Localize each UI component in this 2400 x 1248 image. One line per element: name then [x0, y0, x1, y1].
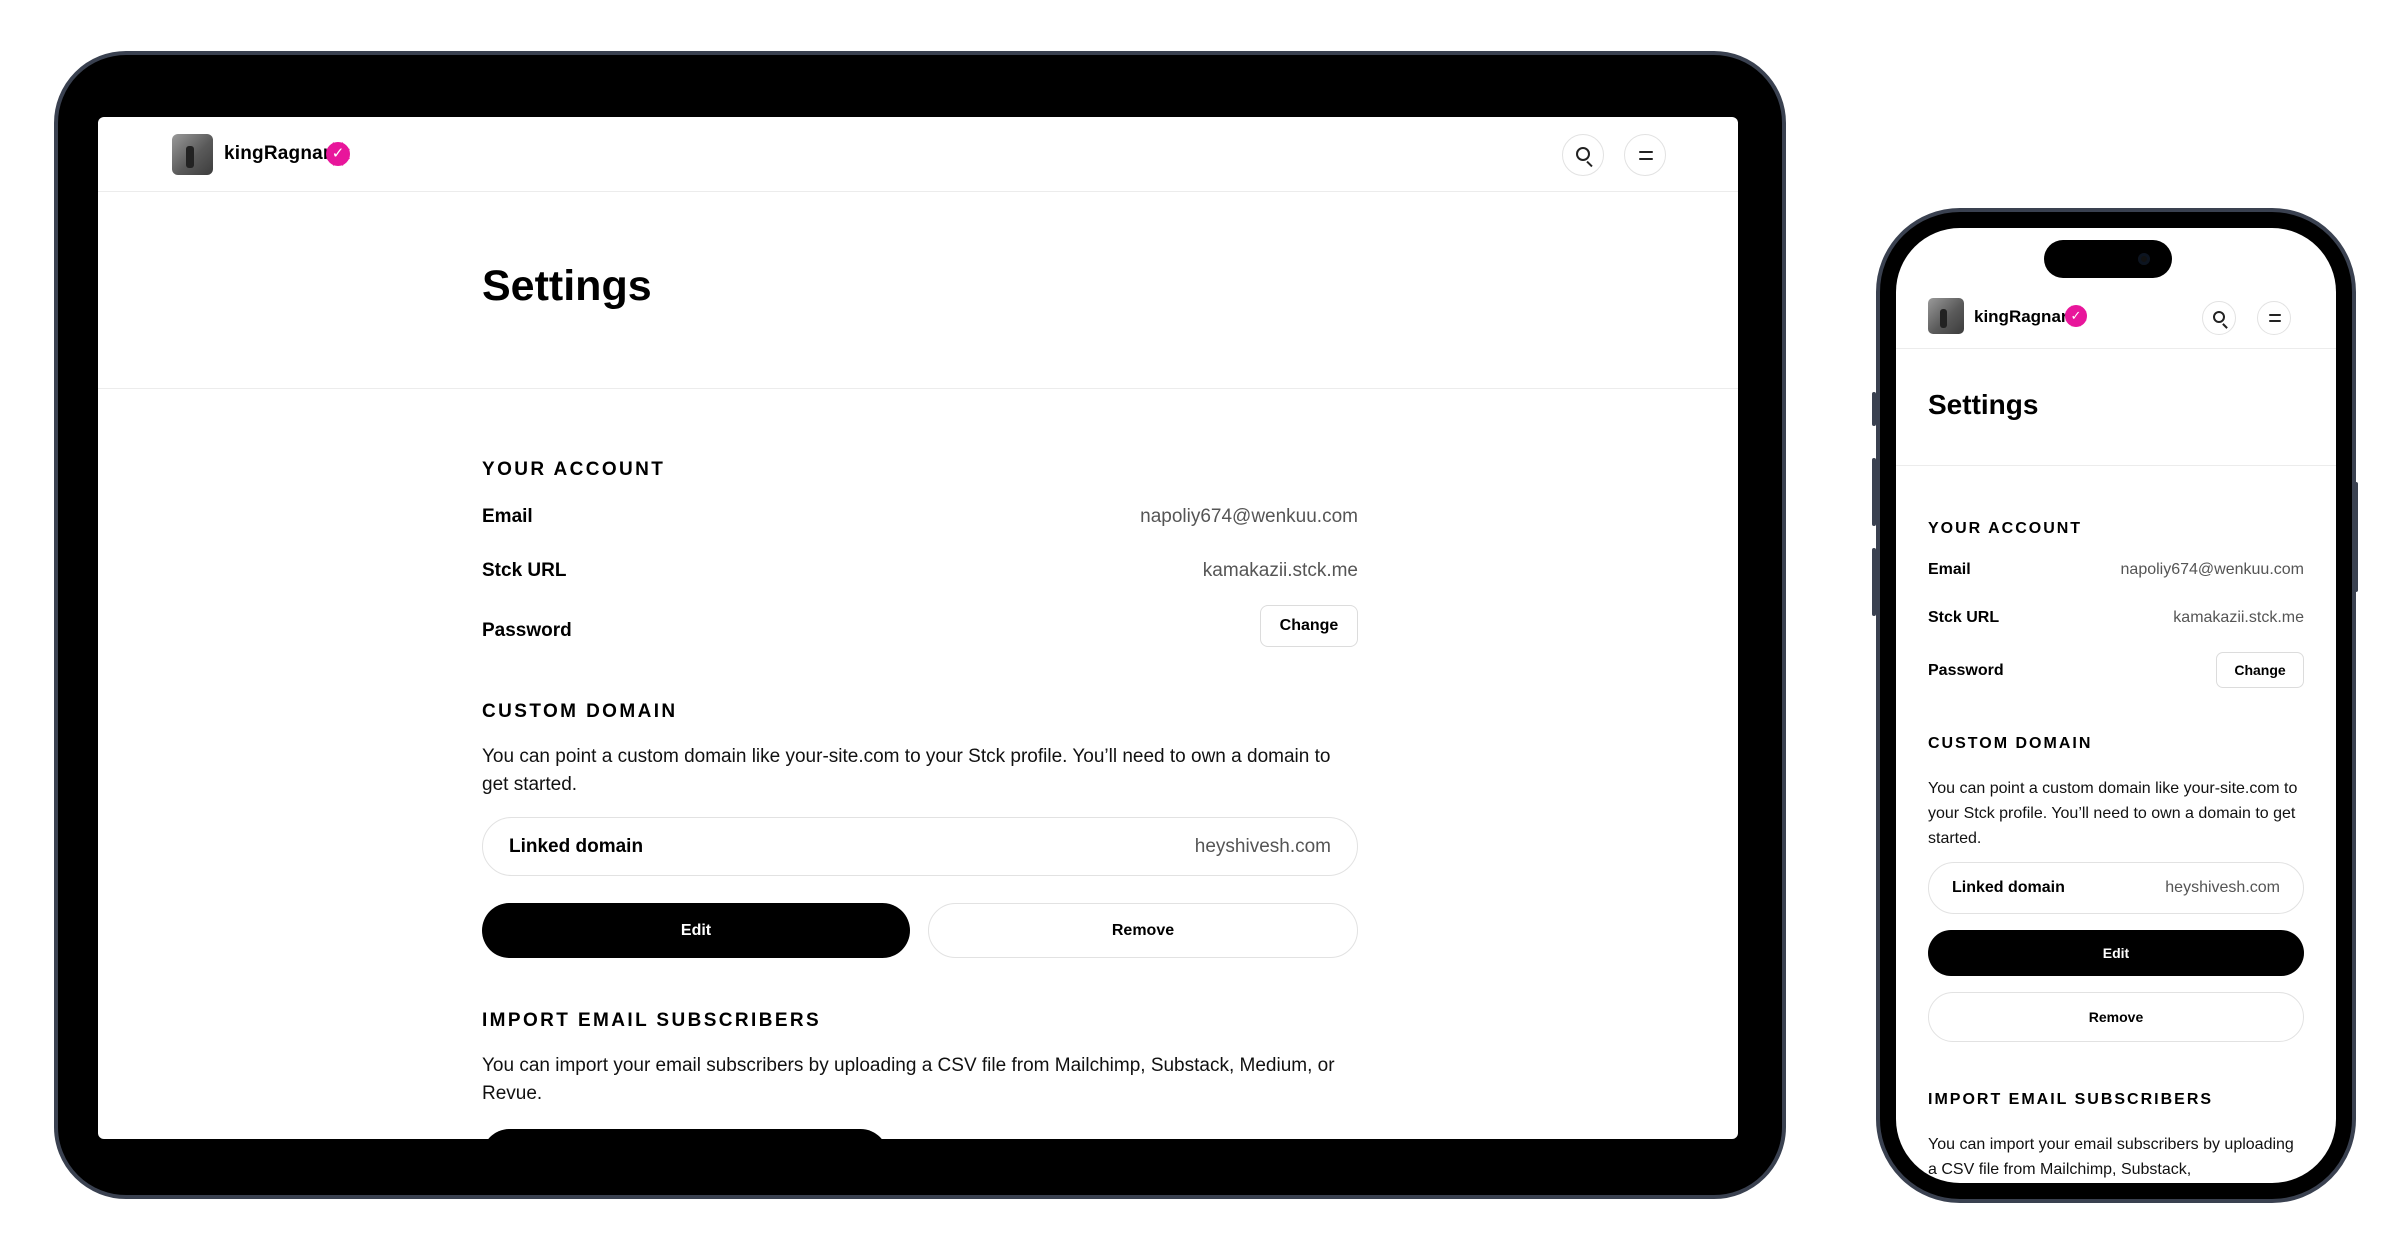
linked-domain-label: Linked domain	[509, 836, 644, 857]
linked-domain-row: Linked domain heyshivesh.com	[482, 817, 1358, 876]
search-icon	[2213, 311, 2225, 323]
remove-domain-button[interactable]: Remove	[928, 903, 1358, 958]
custom-domain-description: You can point a custom domain like your-…	[482, 746, 1331, 795]
stck-url-label: Stck URL	[482, 560, 567, 581]
edit-domain-button[interactable]: Edit	[482, 903, 910, 958]
phone-screen: kingRagnar ✓ Settings YOUR ACCOUNT Email…	[1896, 228, 2336, 1183]
username[interactable]: kingRagnar	[1974, 307, 2068, 327]
page-title: Settings	[1928, 389, 2039, 420]
username[interactable]: kingRagnar	[224, 143, 331, 165]
page-title: Settings	[482, 262, 652, 310]
import-subscribers-heading: IMPORT EMAIL SUBSCRIBERS	[482, 1010, 822, 1031]
edit-domain-button[interactable]: Edit	[1928, 930, 2304, 976]
menu-button[interactable]	[1624, 134, 1666, 176]
import-subscribers-heading: IMPORT EMAIL SUBSCRIBERS	[1928, 1091, 2214, 1108]
stck-url-value[interactable]: kamakazii.stck.me	[2173, 609, 2304, 627]
custom-domain-heading: CUSTOM DOMAIN	[482, 701, 678, 722]
verified-badge-icon: ✓	[326, 142, 350, 166]
password-label: Password	[482, 620, 572, 641]
custom-domain-description: You can point a custom domain like your-…	[1928, 780, 2298, 847]
stck-url-value[interactable]: kamakazii.stck.me	[1203, 560, 1358, 582]
menu-button[interactable]	[2257, 301, 2291, 335]
menu-icon	[2269, 314, 2281, 316]
top-nav: kingRagnar ✓	[98, 117, 1738, 192]
import-subscribers-description: You can import your email subscribers by…	[1928, 1136, 2294, 1178]
linked-domain-row: Linked domain heyshivesh.com	[1928, 862, 2304, 914]
password-label: Password	[1928, 662, 2004, 679]
avatar[interactable]	[1928, 298, 1964, 334]
remove-domain-button[interactable]: Remove	[1928, 992, 2304, 1042]
title-bar: Settings	[98, 192, 1738, 389]
title-bar: Settings	[1896, 349, 2336, 466]
linked-domain-value: heyshivesh.com	[1194, 836, 1331, 857]
your-account-heading: YOUR ACCOUNT	[482, 459, 666, 480]
dynamic-island	[2044, 240, 2172, 278]
search-button[interactable]	[2202, 301, 2236, 335]
email-label: Email	[1928, 561, 1971, 578]
email-value: napoliy674@wenkuu.com	[2120, 561, 2304, 578]
change-password-button[interactable]: Change	[1260, 605, 1358, 647]
avatar[interactable]	[172, 134, 213, 175]
menu-icon	[1639, 151, 1653, 153]
import-subscribers-description: You can import your email subscribers by…	[482, 1055, 1335, 1104]
your-account-heading: YOUR ACCOUNT	[1928, 520, 2083, 537]
change-password-button[interactable]: Change	[2216, 652, 2304, 688]
stck-url-label: Stck URL	[1928, 609, 2000, 626]
search-icon	[1576, 147, 1590, 161]
custom-domain-heading: CUSTOM DOMAIN	[1928, 735, 2093, 752]
top-nav: kingRagnar ✓	[1896, 288, 2336, 349]
tablet-screen: kingRagnar ✓ Settings YOUR ACCOUNT Email…	[98, 117, 1738, 1139]
verified-badge-icon: ✓	[2065, 305, 2087, 327]
email-label: Email	[482, 506, 533, 527]
search-button[interactable]	[1562, 134, 1604, 176]
linked-domain-value: heyshivesh.com	[2165, 879, 2280, 896]
linked-domain-label: Linked domain	[1952, 879, 2065, 896]
import-button[interactable]	[482, 1129, 888, 1139]
email-value: napoliy674@wenkuu.com	[1140, 506, 1358, 527]
camera-icon	[2138, 253, 2150, 265]
